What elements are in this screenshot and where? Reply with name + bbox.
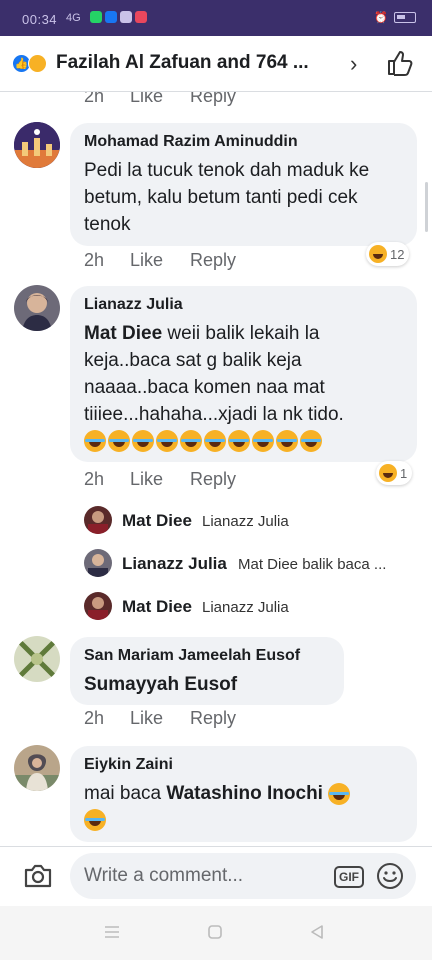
comment-author[interactable]: Eiykin Zaini <box>84 756 173 774</box>
system-nav-bar <box>0 906 432 960</box>
tagged-user[interactable]: Watashino Inochi <box>166 783 323 804</box>
comment-text: Pedi la tucuk tenok dah maduk ke betum, … <box>84 160 370 235</box>
emoji-row <box>84 809 108 831</box>
reply-author[interactable]: Mat Diee <box>122 597 192 617</box>
laughing-emoji-icon <box>84 809 106 831</box>
laughing-emoji-icon <box>228 430 250 452</box>
comment-actions: 2h Like Reply <box>84 469 284 493</box>
status-right: ⏰ <box>374 11 416 24</box>
avatar[interactable] <box>14 745 60 791</box>
time-label: 2h <box>84 708 105 728</box>
back-icon[interactable] <box>309 924 325 940</box>
reply-author[interactable]: Mat Diee <box>122 511 192 531</box>
phone-icon <box>120 11 132 23</box>
comment-input[interactable]: Write a comment... <box>70 853 416 899</box>
reply-author[interactable]: Lianazz Julia <box>122 554 227 574</box>
chevron-right-icon[interactable]: › <box>350 51 357 77</box>
avatar[interactable] <box>14 636 60 682</box>
reply-preview[interactable]: Lianazz Julia Mat Diee balik baca ... <box>84 549 414 579</box>
reply-button[interactable]: Reply <box>190 250 236 271</box>
time-label: 2h <box>84 250 105 270</box>
emoji-row <box>84 430 404 456</box>
avatar-image <box>14 636 60 682</box>
laughing-emoji-icon <box>180 430 202 452</box>
laughing-emoji-icon <box>204 430 226 452</box>
like-thumb-icon[interactable] <box>386 49 414 77</box>
comment-text: mai baca Watashino Inochi <box>84 780 404 807</box>
laughing-emoji-icon <box>276 430 298 452</box>
time-label: 2h <box>84 469 105 489</box>
notification-icons <box>90 11 147 23</box>
whatsapp-icon <box>90 11 102 23</box>
reply-button[interactable]: Reply <box>190 708 236 729</box>
laughing-emoji-icon <box>300 430 322 452</box>
reaction-count-badge[interactable]: 1 <box>376 461 413 485</box>
gif-button[interactable]: GIF <box>334 866 364 888</box>
avatar[interactable] <box>14 122 60 168</box>
tagged-user[interactable]: Sumayyah Eusof <box>84 674 237 695</box>
comment-text: Mat Diee weii balik lekaih la keja..baca… <box>84 320 404 428</box>
haha-icon <box>379 464 397 482</box>
like-button[interactable]: Like <box>130 469 163 490</box>
signal-indicator: 4G <box>66 12 81 24</box>
comment-actions: 2h Like Reply <box>84 250 284 274</box>
haha-reaction-icon <box>28 54 47 73</box>
haha-icon <box>369 245 387 263</box>
comment-author[interactable]: Lianazz Julia <box>84 296 183 314</box>
like-button[interactable]: Like <box>130 92 163 107</box>
reply-preview[interactable]: Mat Diee Lianazz Julia <box>84 506 414 536</box>
reply-text: Mat Diee balik baca ... <box>238 556 387 573</box>
alarm-icon: ⏰ <box>374 12 388 24</box>
emoji-picker-icon[interactable] <box>376 862 404 890</box>
home-icon[interactable] <box>207 924 223 940</box>
comment-actions: 2h Like Reply <box>84 708 284 732</box>
reply-button[interactable]: Reply <box>190 92 236 107</box>
reply-text: Lianazz Julia <box>202 513 289 530</box>
like-button[interactable]: Like <box>130 250 163 271</box>
avatar-image <box>14 745 60 791</box>
scrollbar[interactable] <box>425 182 428 232</box>
comment-author[interactable]: Mohamad Razim Aminuddin <box>84 133 298 151</box>
reaction-count: 12 <box>390 246 405 262</box>
reply-preview[interactable]: Mat Diee Lianazz Julia <box>84 592 414 622</box>
laughing-emoji-icon <box>328 782 351 805</box>
time-label: 2h <box>84 92 105 106</box>
reaction-summary[interactable]: 👍 <box>12 53 52 75</box>
menu-icon[interactable] <box>103 924 121 940</box>
laughing-emoji-icon <box>108 430 130 452</box>
reply-button[interactable]: Reply <box>190 469 236 490</box>
reply-avatar <box>84 506 112 534</box>
comment-composer: Write a comment... GIF <box>0 846 432 906</box>
app-icon <box>135 11 147 23</box>
laughing-emoji-icon <box>132 430 154 452</box>
comment-author[interactable]: San Mariam Jameelah Eusof <box>84 647 300 665</box>
laughing-emoji-icon <box>156 430 178 452</box>
like-button[interactable]: Like <box>130 708 163 729</box>
laughing-emoji-icon <box>84 430 106 452</box>
tagged-user[interactable]: Mat Diee <box>84 323 162 344</box>
reactions-title[interactable]: Fazilah Al Zafuan and 764 ... <box>56 52 346 74</box>
camera-icon[interactable] <box>22 860 54 892</box>
clock: 00:34 <box>22 12 58 27</box>
facebook-icon <box>105 11 117 23</box>
battery-icon <box>394 12 416 23</box>
comment-actions: 2h Like Reply <box>84 92 284 110</box>
comment-body: mai baca <box>84 783 167 804</box>
avatar[interactable] <box>14 285 60 331</box>
comment-feed[interactable]: 2h Like Reply Mohamad Razim Aminuddin Pe… <box>0 92 432 846</box>
laughing-emoji-icon <box>252 430 274 452</box>
comment-text: Sumayyah Eusof <box>84 671 334 698</box>
avatar-image <box>14 122 60 168</box>
reply-avatar <box>84 592 112 620</box>
status-bar: 00:34 4G ⏰ <box>0 0 432 36</box>
reaction-count: 1 <box>400 465 408 481</box>
reply-text: Lianazz Julia <box>202 599 289 616</box>
reply-avatar <box>84 549 112 577</box>
avatar-image <box>14 285 60 331</box>
header: 👍 Fazilah Al Zafuan and 764 ... › <box>0 36 432 92</box>
reaction-count-badge[interactable]: 12 <box>366 242 410 266</box>
